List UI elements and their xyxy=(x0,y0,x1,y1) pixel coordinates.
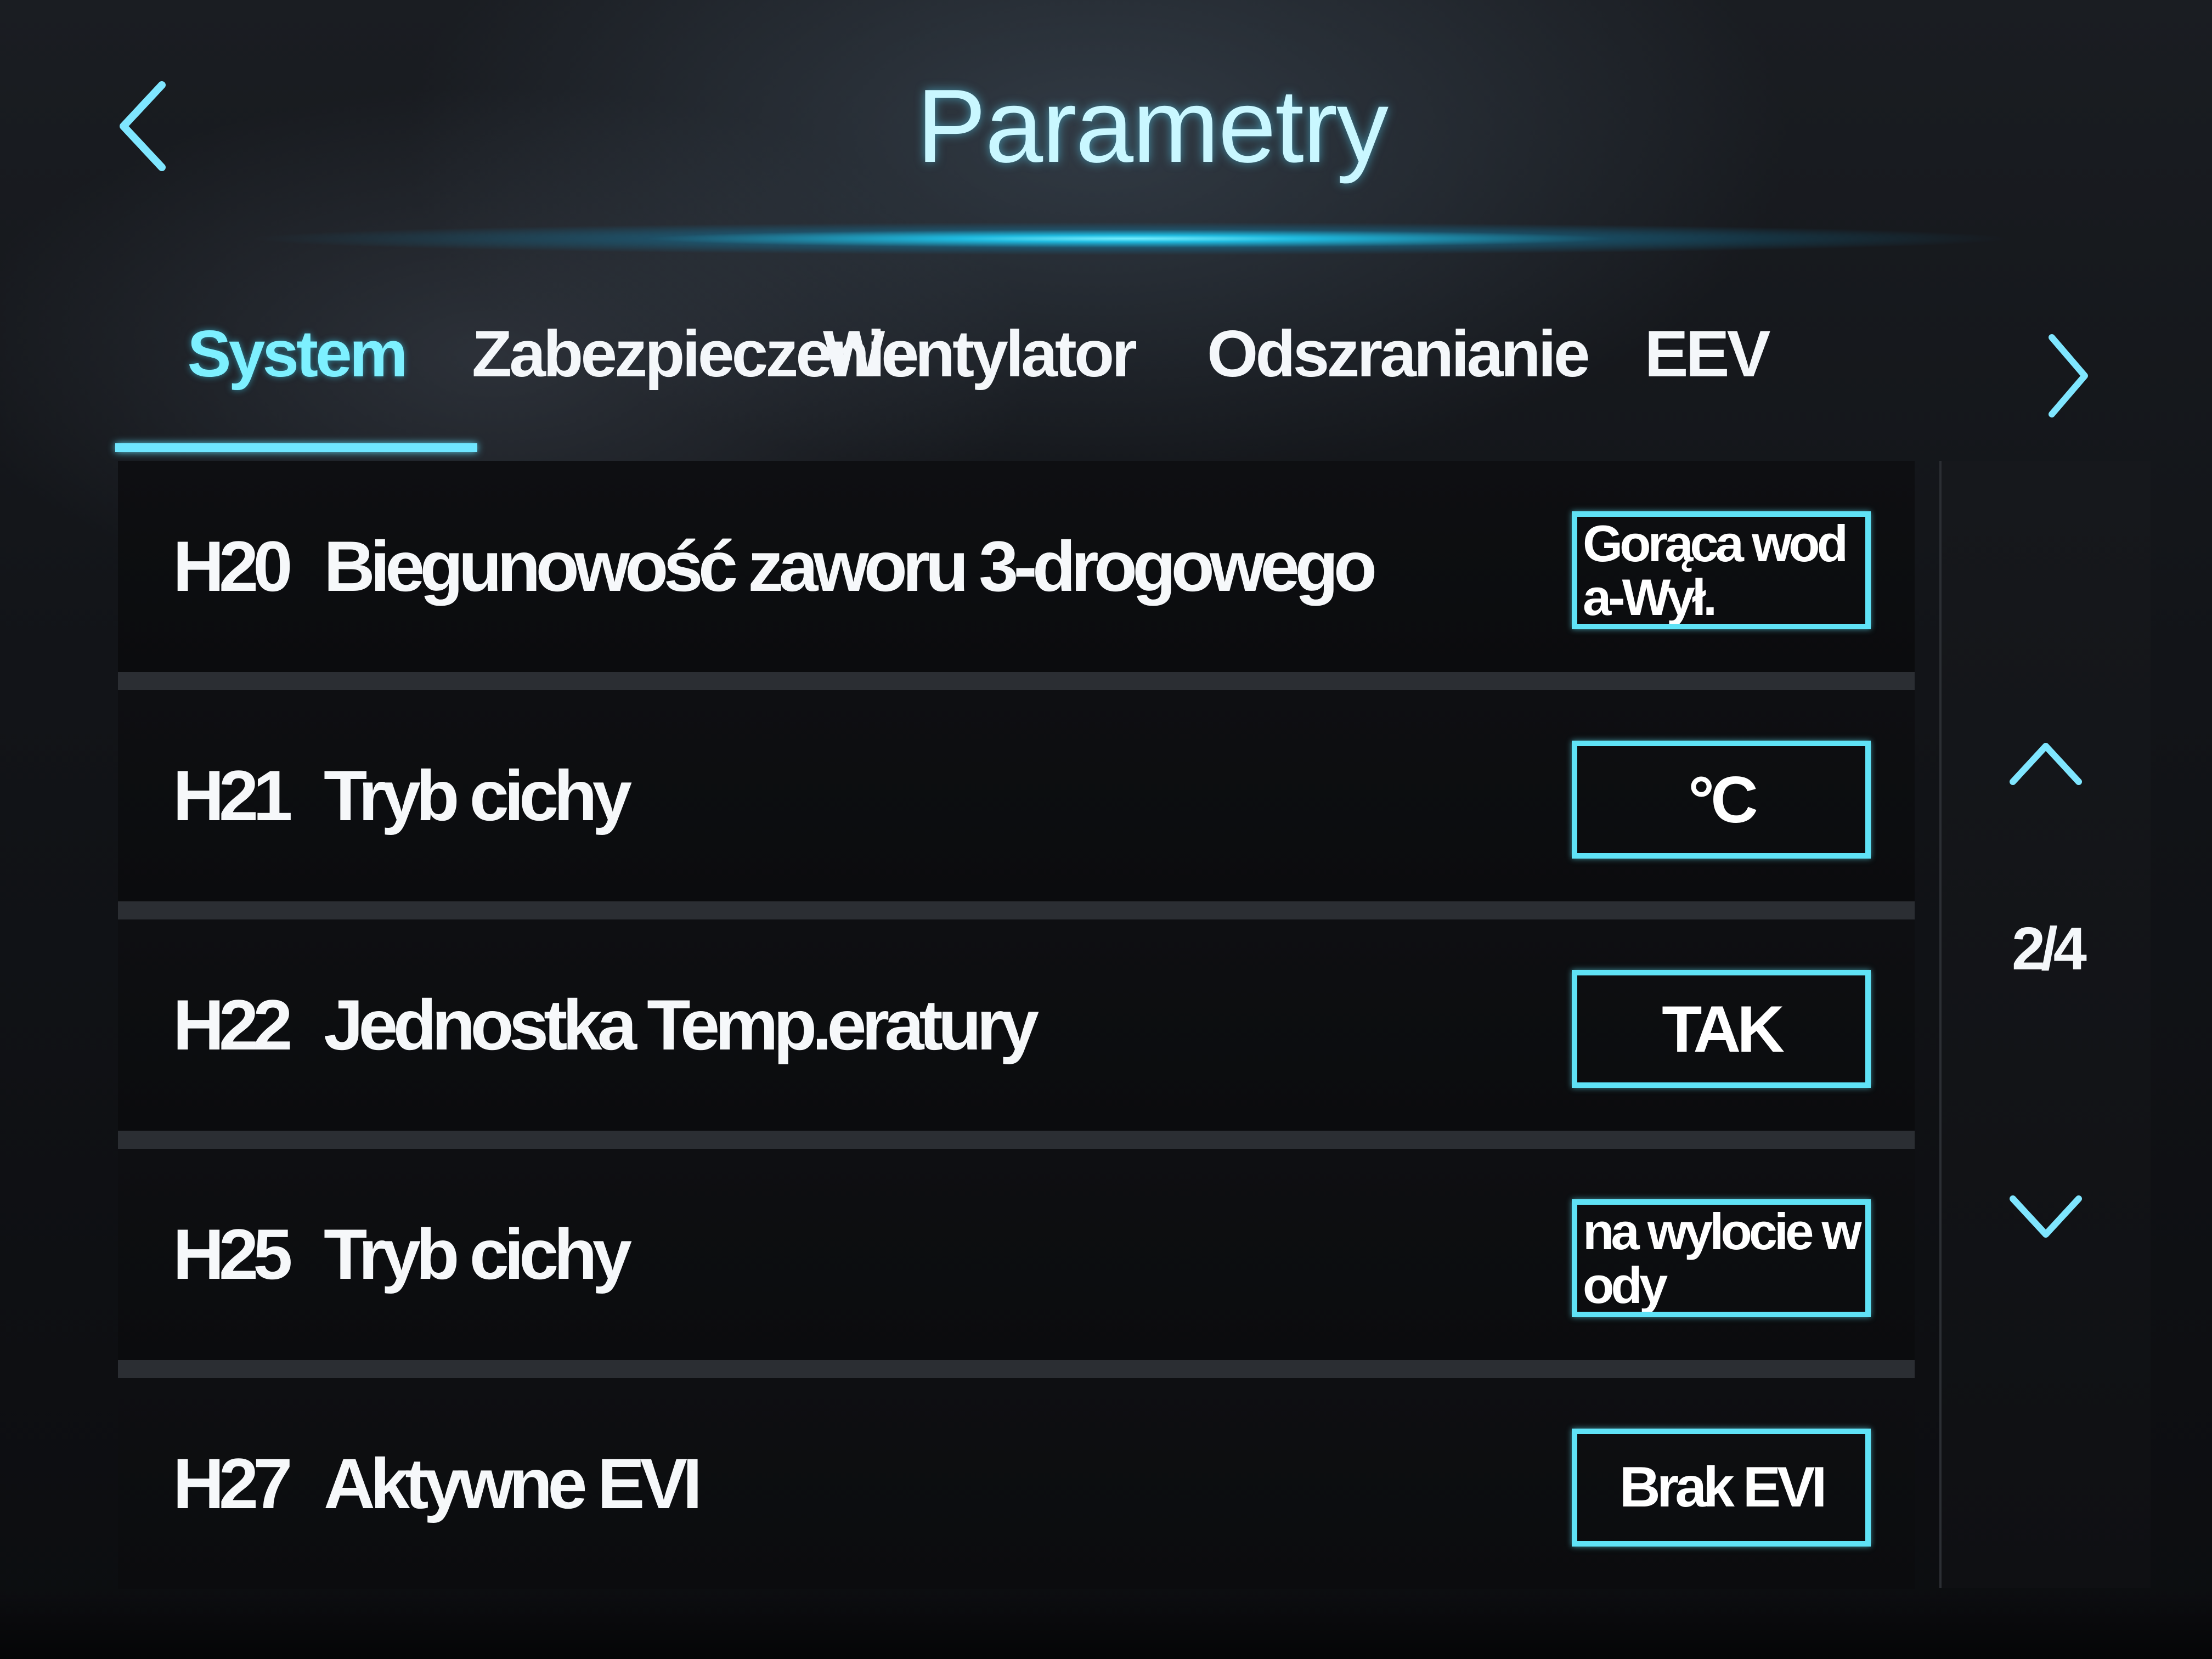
title-divider xyxy=(115,222,2145,255)
page-indicator: 2/4 xyxy=(2012,915,2087,983)
parameter-row-h21[interactable]: H21 Tryb cichy °C xyxy=(118,690,1915,901)
chevron-right-icon xyxy=(2049,334,2088,417)
parameter-row-h20[interactable]: H20 Biegunowość zaworu 3-drogowego Gorąc… xyxy=(118,461,1915,672)
parameter-code: H21 xyxy=(173,755,292,836)
tab-odszranianie[interactable]: Odszranianie xyxy=(1207,285,1590,422)
tab-bar: System Zabezpieczenie Wentylator Odszran… xyxy=(115,285,2145,461)
parameter-value-field[interactable]: TAK xyxy=(1572,970,1871,1088)
parameter-value-field[interactable]: °C xyxy=(1572,741,1871,859)
parameter-code: H25 xyxy=(173,1214,292,1294)
parameter-name: Aktywne EVI xyxy=(324,1443,702,1523)
parameter-name: Tryb cichy xyxy=(324,755,632,836)
parameter-code: H20 xyxy=(173,526,292,606)
parameter-name: Biegunowość zaworu 3-drogowego xyxy=(324,526,1377,606)
parameter-value-field[interactable]: na wylocie wody xyxy=(1572,1199,1871,1317)
parameter-code: H22 xyxy=(173,985,292,1065)
parameter-value-field[interactable]: Gorąca woda-Wył. xyxy=(1572,511,1871,629)
chevron-left-icon xyxy=(120,81,166,171)
active-tab-indicator xyxy=(115,443,477,452)
page-up-button[interactable] xyxy=(1994,719,2098,806)
screen-bezel-edge xyxy=(0,1591,2212,1659)
parameter-row-h27[interactable]: H27 Aktywne EVI Brak EVI xyxy=(118,1378,1915,1589)
parameter-name: Tryb cichy xyxy=(324,1214,632,1294)
pager: 2/4 xyxy=(1939,461,2151,1588)
page-title: Parametry xyxy=(916,68,1389,184)
parameter-row-h22[interactable]: H22 Jednostka Temp.eratury TAK xyxy=(118,919,1915,1131)
parameters-screen: Parametry System Zabezpieczenie Wentylat… xyxy=(0,0,2212,1659)
parameter-list: H20 Biegunowość zaworu 3-drogowego Gorąc… xyxy=(118,461,1915,1589)
tab-system[interactable]: System xyxy=(115,285,477,422)
parameter-code: H27 xyxy=(173,1443,292,1523)
parameter-row-h25[interactable]: H25 Tryb cichy na wylocie wody xyxy=(118,1149,1915,1360)
tab-wentylator[interactable]: Wentylator xyxy=(823,285,1137,422)
chevron-up-icon xyxy=(2010,743,2082,785)
page-down-button[interactable] xyxy=(1994,1174,2098,1262)
tab-zabezpieczenie[interactable]: Zabezpieczenie xyxy=(472,285,919,422)
chevron-down-icon xyxy=(2010,1195,2082,1238)
back-button[interactable] xyxy=(110,71,176,181)
tab-eev[interactable]: EEV xyxy=(1635,285,1778,422)
parameter-value-field[interactable]: Brak EVI xyxy=(1572,1429,1871,1547)
parameter-name: Jednostka Temp.eratury xyxy=(324,985,1039,1065)
tabs-next-button[interactable] xyxy=(2019,307,2118,444)
